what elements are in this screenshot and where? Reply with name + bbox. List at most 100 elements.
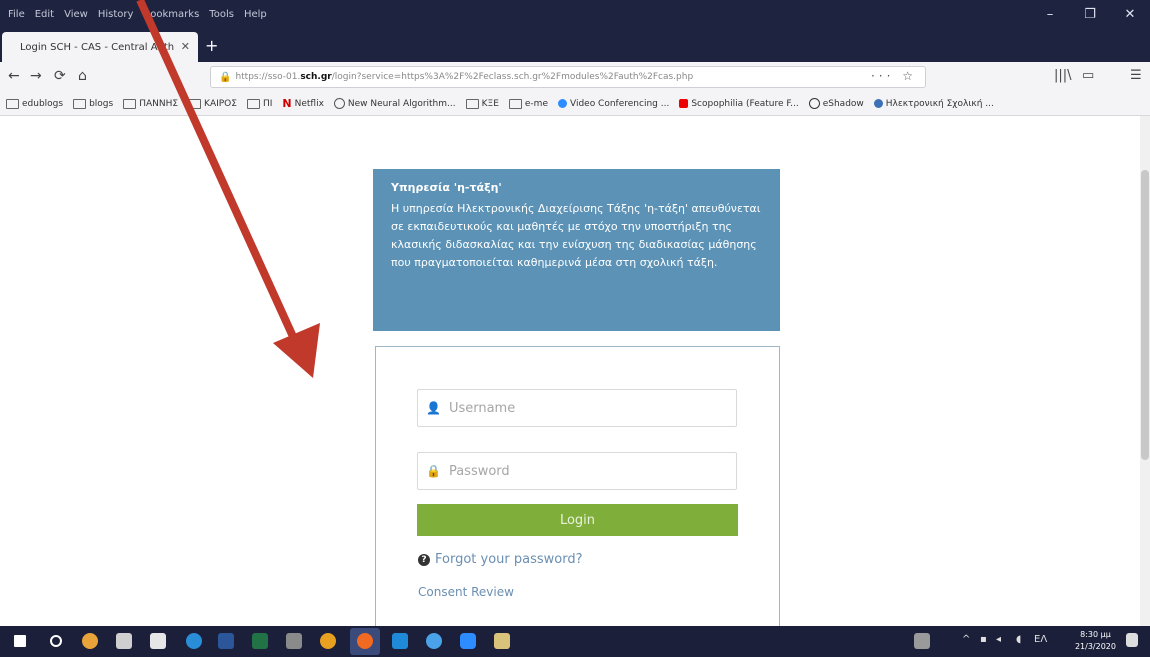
url-text: https://sso-01.sch.gr/login?service=http… [235,72,694,82]
home-icon[interactable]: ⌂ [78,68,87,84]
login-form: 👤 🔒 Login ? Forgot your password? Consen… [375,346,780,636]
username-input[interactable] [446,399,721,417]
menu-history[interactable]: History [98,9,134,20]
paint-icon[interactable] [82,633,98,649]
bookmark-edublogs[interactable]: edublogs [6,98,63,109]
app-icon[interactable] [286,633,302,649]
clock-date: 21/3/2020 [1074,642,1116,651]
bookmark-kairos[interactable]: ΚΑΙΡΟΣ [188,98,237,109]
bookmark-video-conferencing[interactable]: Video Conferencing ... [557,99,669,109]
site-icon [873,99,883,108]
sidebar-icon[interactable]: ▭ [1082,68,1094,83]
reload-icon[interactable]: ⟳ [54,68,66,84]
bookmarks-bar: edublogs blogs ΠΑΝΝΗΣ ΚΑΙΡΟΣ ΠΙ N Netflix… [0,92,1150,116]
search-icon[interactable] [50,635,62,647]
navigation-bar: ← → ⟳ ⌂ 🔒 https://sso-01.sch.gr/login?se… [0,62,1150,93]
folder-icon [246,98,260,109]
bookmark-kxe[interactable]: ΚΞΕ [465,98,499,109]
login-button[interactable]: Login [417,504,738,536]
excel-icon[interactable] [252,633,268,649]
tab-close-icon[interactable]: ✕ [181,40,190,53]
video-icon [557,99,567,108]
menu-bar: File Edit View History Bookmarks Tools H… [0,0,1150,28]
tray-volume-icon[interactable]: ◂ [996,634,1001,645]
folder-icon [6,98,19,109]
bookmark-blogs[interactable]: blogs [73,98,113,109]
lock-icon: 🔒 [219,71,232,83]
service-info-box: Υπηρεσία 'η-τάξη' Η υπηρεσία Ηλεκτρονική… [373,169,780,331]
camera-icon[interactable] [914,633,930,649]
new-tab-button[interactable]: + [205,36,218,55]
maximize-button[interactable]: ❐ [1070,0,1110,28]
consent-review-link[interactable]: Consent Review [418,585,514,599]
hamburger-menu-icon[interactable]: ☰ [1130,68,1142,83]
window-controls: – ❐ ✕ [1030,0,1150,28]
clock[interactable]: 8:30 μμ 21/3/2020 [1075,629,1116,653]
site-icon [333,98,345,109]
bookmark-neural-algorithm[interactable]: New Neural Algorithm... [333,98,456,109]
windows-taskbar: ^ ▪ ◂ ◖ ΕΛ 8:30 μμ 21/3/2020 [0,626,1150,657]
bookmark-e-me[interactable]: e-me [508,98,548,109]
windows-start-icon[interactable] [14,635,26,647]
page-actions-icon[interactable]: ··· ☆ [871,69,917,83]
close-window-button[interactable]: ✕ [1110,0,1150,28]
menu-file[interactable]: File [8,9,25,20]
folder-icon [73,98,87,109]
address-bar[interactable]: 🔒 https://sso-01.sch.gr/login?service=ht… [210,66,926,88]
bookmark-netflix[interactable]: N Netflix [282,97,324,110]
service-title: Υπηρεσία 'η-τάξη' [391,181,502,194]
edge-icon[interactable] [186,633,202,649]
clock-time: 8:30 μμ [1080,630,1111,639]
menu-items: File Edit View History Bookmarks Tools H… [0,9,267,20]
tab-login[interactable]: Login SCH - CAS - Central Auth ✕ [2,32,198,62]
folder-icon [465,98,479,109]
user-icon: 👤 [426,401,441,415]
browser-icon[interactable] [426,633,442,649]
bookmark-school-network[interactable]: Ηλεκτρονική Σχολική ... [873,99,994,109]
site-icon [808,98,820,109]
notifications-icon[interactable] [1126,633,1138,647]
bookmark-eshadow[interactable]: eShadow [808,98,864,109]
password-input[interactable] [446,462,721,480]
tray-sound-icon[interactable]: ◖ [1016,634,1021,645]
zoom-icon[interactable] [460,633,476,649]
tab-title: Login SCH - CAS - Central Auth [20,41,175,53]
netflix-icon: N [282,97,292,110]
youtube-icon [679,99,689,108]
tab-strip: Login SCH - CAS - Central Auth ✕ + [0,28,1150,62]
folder-icon [123,98,137,109]
minimize-button[interactable]: – [1030,0,1070,28]
scrollbar-thumb[interactable] [1141,170,1149,460]
menu-bookmarks[interactable]: Bookmarks [143,9,199,20]
store-icon[interactable] [150,633,166,649]
question-circle-icon: ? [418,553,430,566]
menu-edit[interactable]: Edit [35,9,54,20]
bookmark-scopophilia[interactable]: Scopophilia (Feature F... [679,99,799,109]
menu-tools[interactable]: Tools [209,9,234,20]
back-icon[interactable]: ← [8,68,20,84]
password-field[interactable]: 🔒 [417,452,737,490]
folder-icon [508,98,522,109]
folder-icon[interactable] [494,633,510,649]
bookmark-pi[interactable]: ΠΙ [246,98,272,109]
arrow-head [273,323,320,378]
forgot-password-link[interactable]: ? Forgot your password? [418,552,583,567]
firefox-icon[interactable] [357,633,373,649]
username-field[interactable]: 👤 [417,389,737,427]
forgot-password-label: Forgot your password? [435,552,583,567]
menu-view[interactable]: View [64,9,88,20]
forward-icon[interactable]: → [30,68,42,84]
language-indicator[interactable]: ΕΛ [1034,634,1047,645]
file-explorer-icon[interactable] [392,633,408,649]
chrome-icon[interactable] [320,633,336,649]
folder-icon [188,98,202,109]
calculator-icon[interactable] [116,633,132,649]
bookmark-giannis[interactable]: ΠΑΝΝΗΣ [123,98,178,109]
lock-icon: 🔒 [426,464,441,478]
word-icon[interactable] [218,633,234,649]
service-description: Η υπηρεσία Ηλεκτρονικής Διαχείρισης Τάξη… [391,202,761,269]
menu-help[interactable]: Help [244,9,267,20]
tray-chevron-icon[interactable]: ^ [962,634,970,645]
library-icon[interactable]: |||\ [1054,68,1072,83]
tray-network-icon[interactable]: ▪ [980,634,987,645]
